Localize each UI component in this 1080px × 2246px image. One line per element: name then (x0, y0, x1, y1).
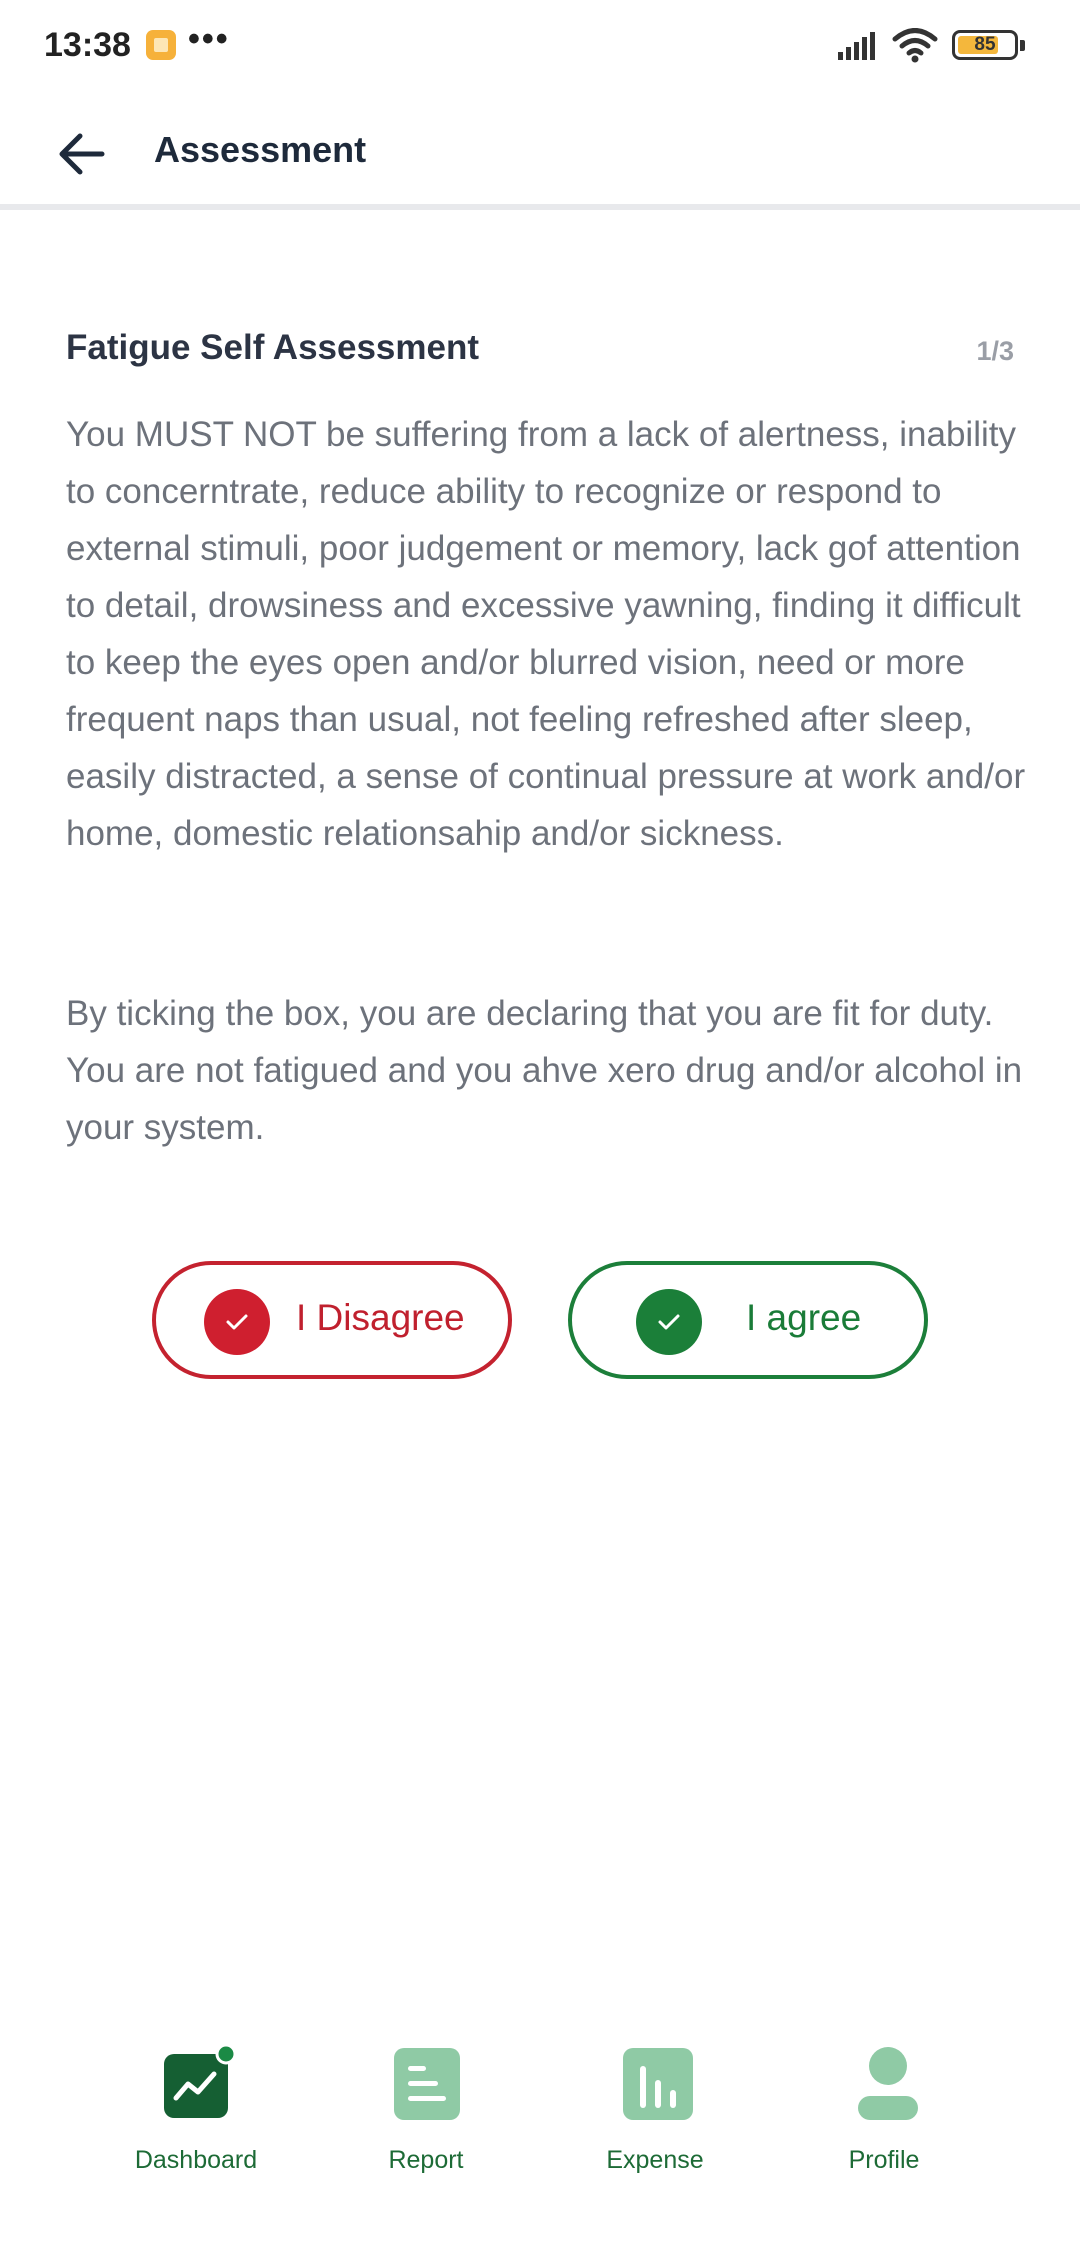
disagree-label: I Disagree (296, 1297, 465, 1338)
expense-bar-chart-icon (621, 2046, 693, 2120)
report-icon (392, 2046, 460, 2120)
nav-label-dashboard: Dashboard (134, 2146, 258, 2174)
arrow-left-icon (59, 133, 105, 175)
profile-person-icon (850, 2046, 918, 2120)
assessment-description: You MUST NOT be suffering from a lack of… (66, 415, 1026, 853)
agree-label: I agree (746, 1297, 862, 1338)
app-bar: Assessment (0, 96, 1080, 210)
declaration-text: By ticking the box, you are declaring th… (66, 994, 1023, 1147)
disagree-button[interactable]: I Disagree (152, 1261, 512, 1379)
notes-app-icon (146, 30, 176, 60)
nav-item-dashboard[interactable]: Dashboard (106, 2043, 286, 2186)
battery-icon: 85 (952, 30, 1025, 60)
more-notifications-icon: ••• (188, 20, 230, 58)
nav-label-profile: Profile (848, 2146, 920, 2174)
status-time: 13:38 (44, 26, 131, 64)
battery-level: 85 (974, 34, 996, 55)
page-title: Assessment (154, 129, 367, 170)
status-bar: 13:38 ••• 85 (0, 0, 1080, 96)
agree-button[interactable]: I agree (568, 1261, 928, 1379)
check-circle-icon (636, 1289, 702, 1355)
check-circle-icon (204, 1289, 270, 1355)
bottom-navigation: Dashboard Report Expense Profile (0, 2030, 1080, 2246)
back-button[interactable] (52, 124, 128, 184)
nav-item-report[interactable]: Report (336, 2046, 516, 2186)
dashboard-chart-icon (162, 2043, 237, 2120)
nav-label-expense: Expense (606, 2146, 704, 2174)
nav-item-profile[interactable]: Profile (794, 2046, 974, 2186)
nav-item-expense[interactable]: Expense (565, 2046, 745, 2186)
page-indicator: 1/3 (976, 336, 1014, 366)
signal-icon (838, 32, 875, 60)
wifi-icon (892, 28, 938, 63)
nav-label-report: Report (388, 2146, 464, 2174)
assessment-title: Fatigue Self Assessment (66, 328, 480, 367)
